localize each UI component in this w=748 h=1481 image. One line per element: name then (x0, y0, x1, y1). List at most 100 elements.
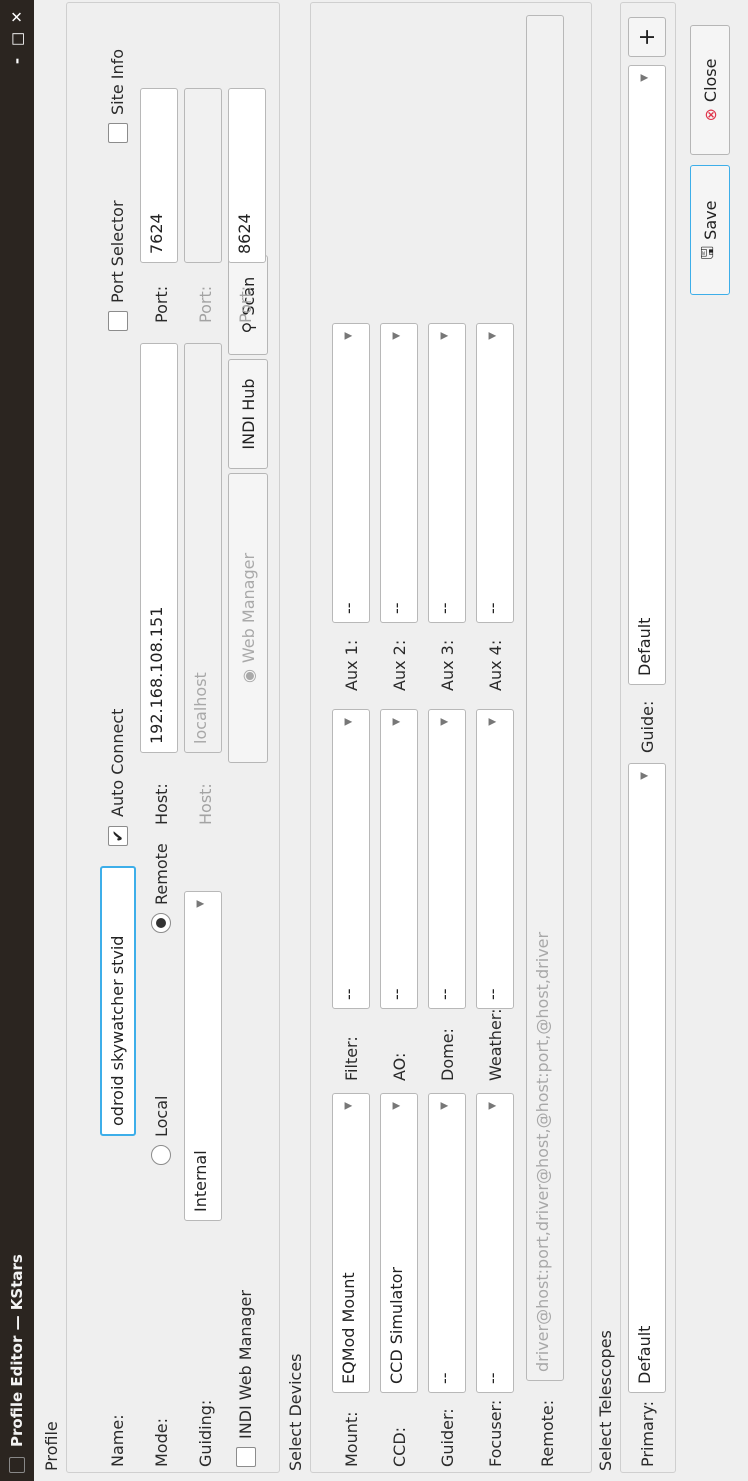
indi-web-manager-label: INDI Web Manager (236, 1290, 255, 1439)
add-telescope-button[interactable]: + (628, 17, 666, 57)
aux1-label: Aux 1: (342, 639, 361, 691)
chevron-down-icon: ▼ (195, 900, 206, 908)
filter-label-visible: Filter: (342, 1036, 361, 1081)
save-icon: 🖫 (697, 245, 717, 260)
mode-remote-label: Remote (152, 843, 171, 905)
dome-combo[interactable]: -- ▼ (428, 709, 466, 1009)
web-manager-button-label: Web Manager (238, 552, 258, 664)
indi-web-manager-checkbox[interactable] (236, 1447, 256, 1467)
port-input[interactable]: 7624 (140, 88, 178, 263)
weather-combo-value: -- (483, 988, 502, 1000)
primary-telescope-combo[interactable]: Default ▼ (628, 763, 666, 1393)
guiding-combo[interactable]: Internal ▼ (184, 891, 222, 1221)
close-button[interactable]: ⊗ Close (690, 25, 730, 155)
aux3-combo[interactable]: -- ▼ (428, 323, 466, 623)
dome-label: Dome: (438, 1028, 457, 1081)
plus-icon: + (634, 27, 660, 47)
web-manager-button[interactable]: ◉ Web Manager (228, 473, 268, 763)
guiding-label: Guiding: (196, 1399, 215, 1467)
ccd-combo-value: CCD Simulator (387, 1267, 406, 1384)
profile-section-label: Profile (42, 1421, 61, 1471)
mode-remote-radio[interactable] (151, 913, 171, 933)
profile-name-input[interactable]: odroid skywatcher stvid (100, 866, 136, 1136)
ao-combo[interactable]: -- ▼ (380, 709, 418, 1009)
host-input[interactable]: 192.168.108.151 (140, 343, 178, 753)
aux3-label: Aux 3: (438, 639, 457, 691)
web-port-input[interactable]: 8624 (228, 88, 266, 263)
guide-telescope-combo[interactable]: Default ▼ (628, 65, 666, 685)
maximize-icon[interactable]: □ (8, 28, 26, 50)
host-label: Host: (152, 783, 171, 825)
guider-combo[interactable]: -- ▼ (428, 1093, 466, 1393)
guider-label: Guider: (438, 1408, 457, 1467)
profile-editor-window: Profile Editor — KStars - □ ✕ Profile Na… (0, 0, 748, 1481)
aux2-label: Aux 2: (390, 639, 409, 691)
guide-port-input[interactable] (184, 88, 222, 263)
aux1-combo[interactable]: -- ▼ (332, 323, 370, 623)
mode-local-radio[interactable] (151, 1145, 171, 1165)
focuser-label: Focuser: (486, 1399, 505, 1467)
chevron-down-icon: ▼ (343, 332, 354, 340)
devices-section-label: Select Devices (286, 1353, 305, 1472)
aux3-combo-value: -- (435, 602, 454, 614)
indi-hub-button[interactable]: INDI Hub (228, 359, 268, 469)
chevron-down-icon: ▼ (391, 718, 402, 726)
title-bar: Profile Editor — KStars - □ ✕ (0, 0, 34, 1481)
aux4-combo-value: -- (483, 602, 502, 614)
port-selector-label: Port Selector (108, 200, 127, 303)
guide-telescope-label: Guide: (638, 700, 657, 753)
web-port-label: Port: (236, 285, 255, 323)
mode-local-label: Local (152, 1095, 171, 1137)
weather-label: Weather: (486, 1008, 505, 1081)
site-info-label: Site Info (108, 48, 127, 115)
save-button-label: Save (700, 200, 720, 240)
chevron-down-icon: ▼ (343, 1102, 354, 1110)
aux2-combo-value: -- (387, 602, 406, 614)
minimize-icon[interactable]: - (8, 50, 26, 72)
weather-combo[interactable]: -- ▼ (476, 709, 514, 1009)
chevron-down-icon: ▼ (487, 718, 498, 726)
guider-combo-value: -- (435, 1372, 454, 1384)
port-selector-checkbox[interactable] (108, 311, 128, 331)
telescopes-section-label: Select Telescopes (596, 1330, 615, 1471)
auto-connect-label: Auto Connect (108, 708, 127, 817)
ccd-label: CCD: (390, 1426, 409, 1467)
auto-connect-checkbox[interactable]: ✔ (108, 826, 128, 846)
save-button[interactable]: 🖫 Save (690, 165, 730, 295)
ao-label: AO: (390, 1052, 409, 1081)
chevron-down-icon: ▼ (343, 718, 354, 726)
aux2-combo[interactable]: -- ▼ (380, 323, 418, 623)
filter-combo-main[interactable]: -- ▼ (332, 709, 370, 1009)
aux4-combo[interactable]: -- ▼ (476, 323, 514, 623)
mount-combo[interactable]: EQMod Mount ▼ (332, 1093, 370, 1393)
close-window-icon[interactable]: ✕ (8, 6, 26, 28)
guide-host-label: Host: (196, 783, 215, 825)
chevron-down-icon: ▼ (487, 1102, 498, 1110)
aux1-combo-value: -- (339, 602, 358, 614)
name-label: Name: (108, 1414, 127, 1467)
chevron-down-icon: ▼ (439, 332, 450, 340)
remote-drivers-input[interactable]: driver@host:port,driver@host,@host:port,… (526, 15, 564, 1381)
primary-telescope-value: Default (635, 1325, 654, 1384)
port-label: Port: (152, 285, 171, 323)
aux4-label: Aux 4: (486, 639, 505, 691)
dome-combo-value: -- (435, 988, 454, 1000)
guide-host-input[interactable]: localhost (184, 343, 222, 753)
close-button-label: Close (700, 58, 720, 103)
focuser-combo[interactable]: -- ▼ (476, 1093, 514, 1393)
guiding-combo-value: Internal (191, 1150, 210, 1212)
guide-telescope-value: Default (635, 617, 654, 676)
ccd-combo[interactable]: CCD Simulator ▼ (380, 1093, 418, 1393)
chevron-down-icon: ▼ (439, 718, 450, 726)
focuser-combo-value: -- (483, 1372, 502, 1384)
window-title: Profile Editor — KStars (8, 1254, 26, 1447)
ao-combo-value: -- (387, 988, 406, 1000)
filter-combo-main-value: -- (339, 988, 358, 1000)
globe-icon: ◉ (238, 669, 258, 684)
site-info-checkbox[interactable] (108, 123, 128, 143)
chevron-down-icon: ▼ (391, 1102, 402, 1110)
chevron-down-icon: ▼ (487, 332, 498, 340)
app-icon (9, 1457, 25, 1473)
mode-label: Mode: (152, 1418, 171, 1467)
remote-label: Remote: (538, 1399, 557, 1467)
